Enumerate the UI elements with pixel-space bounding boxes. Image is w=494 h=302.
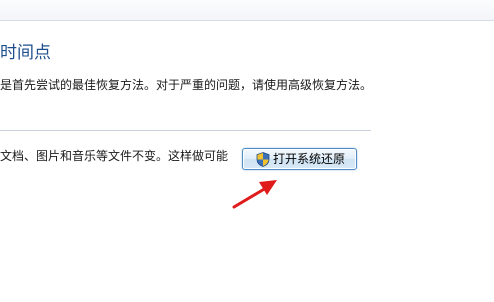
arrow-shaft (232, 186, 268, 209)
arrow-head (259, 180, 277, 195)
red-arrow-annotation (232, 180, 277, 209)
